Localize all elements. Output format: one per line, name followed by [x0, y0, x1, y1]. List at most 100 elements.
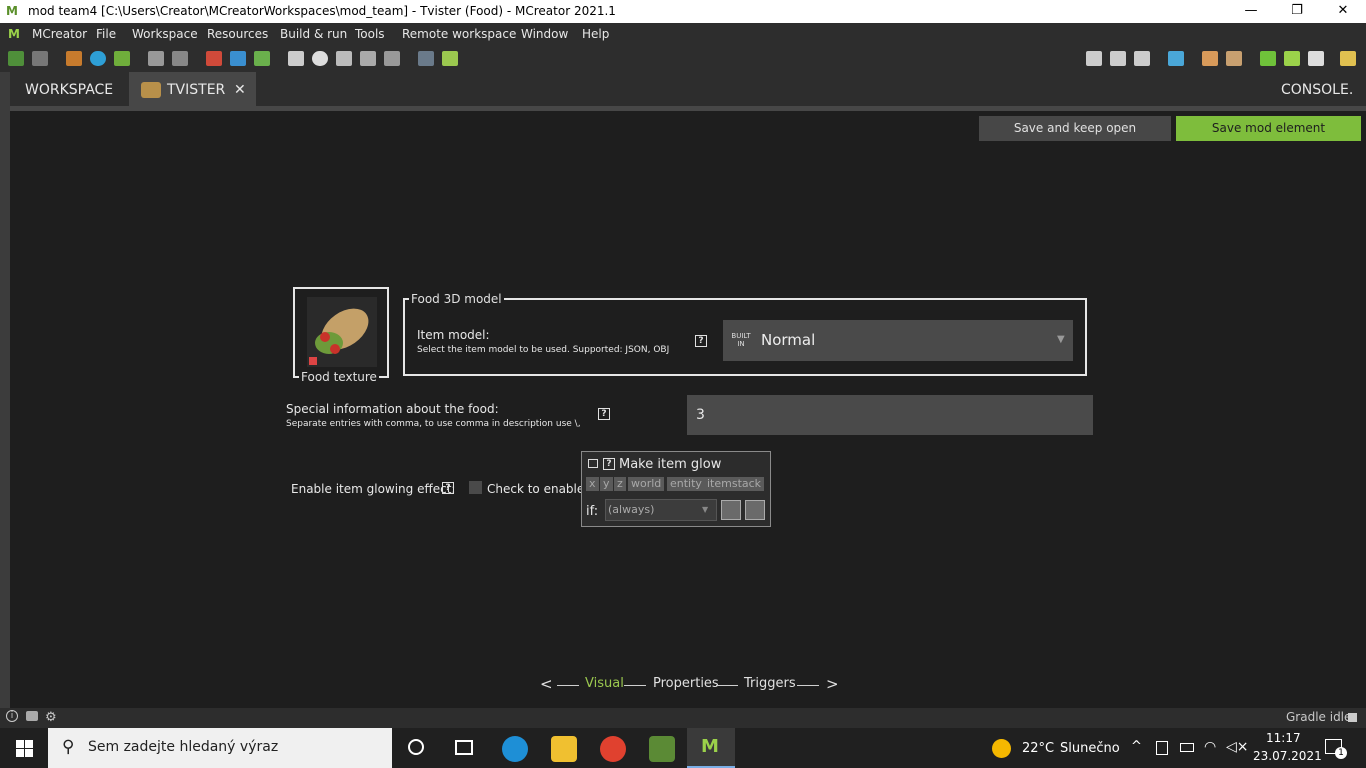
entity-icon[interactable] [288, 51, 304, 66]
clock-time[interactable]: 11:17 [1266, 731, 1301, 745]
run-server-icon[interactable] [1284, 51, 1300, 66]
folder-icon[interactable] [1168, 51, 1184, 66]
windows-start-icon[interactable] [16, 740, 33, 757]
dependency-z: z [614, 477, 626, 491]
special-info-input[interactable]: 3 [687, 395, 1093, 435]
glow-checkbox[interactable] [469, 481, 482, 494]
close-window-button[interactable]: ✕ [1320, 0, 1366, 23]
refresh-icon[interactable] [90, 51, 106, 66]
nav-triggers[interactable]: Triggers [744, 676, 796, 691]
tool-icon[interactable] [336, 51, 352, 66]
code-icon[interactable] [172, 51, 188, 66]
tray-chevron-up-icon[interactable]: ^ [1131, 739, 1142, 754]
weather-temp[interactable]: 22°C [1022, 741, 1054, 756]
mcreator-taskbar-item[interactable]: M [687, 728, 735, 768]
edit-procedure-button[interactable] [745, 500, 765, 520]
file-explorer-icon[interactable] [551, 736, 577, 762]
builtin-badge: BUILT IN [731, 332, 751, 348]
menu-window[interactable]: Window [521, 27, 568, 41]
menu-build-run[interactable]: Build & run [280, 27, 347, 41]
structure-icon[interactable] [148, 51, 164, 66]
mcreator-app-icon: M [6, 4, 18, 18]
run-icon[interactable] [1260, 51, 1276, 66]
meet-icon[interactable] [1156, 741, 1168, 755]
procedure-help-icon[interactable]: ? [603, 458, 615, 470]
image-icon[interactable] [114, 51, 130, 66]
arrow-down-icon[interactable] [1110, 51, 1126, 66]
eraser-icon[interactable] [1202, 51, 1218, 66]
glow-checkbox-label: Check to enable [487, 482, 585, 496]
item-model-help-icon[interactable]: ? [695, 335, 707, 347]
task-view-icon[interactable] [455, 740, 473, 755]
glow-help-icon[interactable]: ? [442, 482, 454, 494]
save-mod-element-button[interactable]: Save mod element [1176, 116, 1361, 141]
special-info-help-icon[interactable]: ? [598, 408, 610, 420]
branch-icon[interactable] [1086, 51, 1102, 66]
menu-resources[interactable]: Resources [207, 27, 268, 41]
gear-icon[interactable]: ⚙ [45, 710, 57, 725]
wifi-icon[interactable]: ◠ [1204, 739, 1216, 755]
next-page-icon[interactable]: > [826, 675, 839, 693]
dependency-y: y [600, 477, 613, 491]
brush-icon[interactable] [442, 51, 458, 66]
volume-muted-icon[interactable]: ◁× [1226, 739, 1249, 755]
prev-page-icon[interactable]: < [540, 675, 553, 693]
cloud-sync-icon[interactable] [26, 711, 38, 721]
gui-icon[interactable] [230, 51, 246, 66]
dependency-x: x [586, 477, 599, 491]
save-keep-open-button[interactable]: Save and keep open [979, 116, 1171, 141]
menu-help[interactable]: Help [582, 27, 609, 41]
item-model-hint: Select the item model to be used. Suppor… [417, 345, 670, 355]
minecraft-icon[interactable] [649, 736, 675, 762]
menu-file[interactable]: File [96, 27, 116, 41]
variable-icon[interactable] [418, 51, 434, 66]
special-info-hint: Separate entries with comma, to use comm… [286, 419, 581, 429]
taskbar-search[interactable]: ⚲ Sem zadejte hledaný výraz [48, 728, 392, 768]
stop-icon[interactable] [1308, 51, 1324, 66]
procedure-condition-value: (always) [608, 503, 655, 516]
procedure-title: Make item glow [619, 457, 722, 472]
package-icon[interactable] [384, 51, 400, 66]
menu-tools[interactable]: Tools [355, 27, 385, 41]
food-texture-image [307, 297, 377, 367]
windows-taskbar: ⚲ Sem zadejte hledaný výraz M 22°C Slune… [0, 728, 1366, 768]
cloud-icon[interactable] [312, 51, 328, 66]
battery-icon[interactable] [1180, 743, 1194, 752]
add-procedure-button[interactable] [721, 500, 741, 520]
export-icon[interactable] [32, 51, 48, 66]
minimize-button[interactable]: — [1228, 0, 1274, 23]
restore-button[interactable]: ❐ [1274, 0, 1320, 23]
edge-icon[interactable] [502, 736, 528, 762]
notification-icon[interactable]: 1 [1325, 739, 1347, 759]
menu-mcreator[interactable]: MCreator [32, 27, 87, 41]
mcreator-logo-icon: M [8, 27, 20, 41]
grid-icon[interactable] [254, 51, 270, 66]
item-model-select[interactable]: BUILT IN Normal ▼ [723, 320, 1073, 361]
chrome-icon[interactable] [600, 736, 626, 762]
toolbar [0, 46, 1366, 72]
nav-divider [716, 685, 738, 686]
hammer-icon[interactable] [1226, 51, 1242, 66]
cortana-icon[interactable] [408, 739, 424, 755]
menu-workspace[interactable]: Workspace [132, 27, 198, 41]
import-icon[interactable] [66, 51, 82, 66]
arrow-up-icon[interactable] [1134, 51, 1150, 66]
nav-properties[interactable]: Properties [653, 676, 719, 691]
menu-remote-workspace[interactable]: Remote workspace [402, 27, 516, 41]
nav-divider [624, 685, 646, 686]
armor-icon[interactable] [360, 51, 376, 66]
tab-close-icon[interactable]: ✕ [234, 72, 246, 108]
info-icon[interactable]: i [6, 710, 18, 722]
export-jar-icon[interactable] [1340, 51, 1356, 66]
weather-text[interactable]: Slunečno [1060, 741, 1120, 756]
blocks-icon[interactable] [206, 51, 222, 66]
search-icon: ⚲ [62, 737, 75, 757]
stop-gradle-icon[interactable] [1348, 713, 1357, 722]
workspace-settings-icon[interactable] [8, 51, 24, 66]
item-model-label: Item model: [417, 328, 490, 342]
left-collapse-strip[interactable] [0, 72, 10, 708]
food-texture-selector[interactable]: Food texture [293, 287, 389, 384]
nav-visual[interactable]: Visual [585, 676, 624, 691]
procedure-condition-select[interactable]: (always) ▼ [605, 499, 717, 521]
clock-date[interactable]: 23.07.2021 [1253, 749, 1322, 763]
